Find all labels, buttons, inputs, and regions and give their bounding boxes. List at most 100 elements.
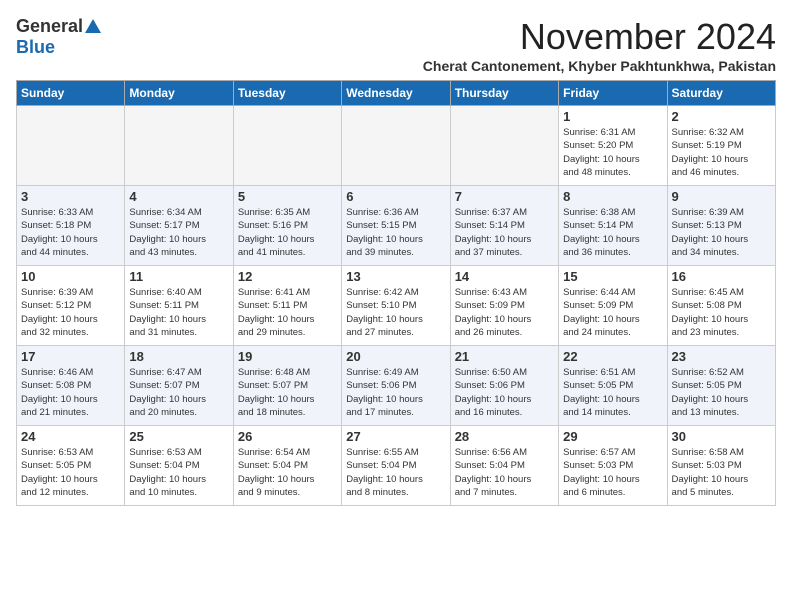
day-info: Sunrise: 6:53 AM Sunset: 5:04 PM Dayligh… xyxy=(129,446,228,499)
calendar-week-row: 1Sunrise: 6:31 AM Sunset: 5:20 PM Daylig… xyxy=(17,106,776,186)
weekday-header-monday: Monday xyxy=(125,81,233,106)
page-header: General Blue November 2024 Cherat Canton… xyxy=(16,16,776,74)
day-info: Sunrise: 6:42 AM Sunset: 5:10 PM Dayligh… xyxy=(346,286,445,339)
calendar-cell xyxy=(125,106,233,186)
weekday-header-tuesday: Tuesday xyxy=(233,81,341,106)
day-info: Sunrise: 6:58 AM Sunset: 5:03 PM Dayligh… xyxy=(672,446,771,499)
month-title: November 2024 xyxy=(423,16,776,58)
day-number: 7 xyxy=(455,189,554,204)
calendar-cell: 21 Sunrise: 6:50 AM Sunset: 5:06 PM Dayli… xyxy=(450,346,558,426)
calendar-cell: 8Sunrise: 6:38 AM Sunset: 5:14 PM Daylig… xyxy=(559,186,667,266)
day-number: 8 xyxy=(563,189,662,204)
calendar-week-row: 10 Sunrise: 6:39 AM Sunset: 5:12 PM Dayli… xyxy=(17,266,776,346)
calendar-cell: 17Sunrise: 6:46 AM Sunset: 5:08 PM Dayli… xyxy=(17,346,125,426)
day-info: Sunrise: 6:44 AM Sunset: 5:09 PM Dayligh… xyxy=(563,286,662,339)
day-info: Sunrise: 6:53 AM Sunset: 5:05 PM Dayligh… xyxy=(21,446,120,499)
day-number: 13 xyxy=(346,269,445,284)
day-number: 5 xyxy=(238,189,337,204)
calendar-cell: 18Sunrise: 6:47 AM Sunset: 5:07 PM Dayli… xyxy=(125,346,233,426)
day-number: 15 xyxy=(563,269,662,284)
calendar-table: SundayMondayTuesdayWednesdayThursdayFrid… xyxy=(16,80,776,506)
day-number: 21 xyxy=(455,349,554,364)
logo-general-text: General xyxy=(16,16,83,37)
day-info: Sunrise: 6:52 AM Sunset: 5:05 PM Dayligh… xyxy=(672,366,771,419)
calendar-week-row: 3 Sunrise: 6:33 AM Sunset: 5:18 PM Daylig… xyxy=(17,186,776,266)
day-number: 23 xyxy=(672,349,771,364)
day-info: Sunrise: 6:54 AM Sunset: 5:04 PM Dayligh… xyxy=(238,446,337,499)
calendar-cell: 14 Sunrise: 6:43 AM Sunset: 5:09 PM Dayli… xyxy=(450,266,558,346)
calendar-cell: 2 Sunrise: 6:32 AM Sunset: 5:19 PM Daylig… xyxy=(667,106,775,186)
day-number: 10 xyxy=(21,269,120,284)
calendar-cell: 28 Sunrise: 6:56 AM Sunset: 5:04 PM Dayli… xyxy=(450,426,558,506)
day-info: Sunrise: 6:57 AM Sunset: 5:03 PM Dayligh… xyxy=(563,446,662,499)
day-info: Sunrise: 6:35 AM Sunset: 5:16 PM Dayligh… xyxy=(238,206,337,259)
calendar-cell: 20 Sunrise: 6:49 AM Sunset: 5:06 PM Dayli… xyxy=(342,346,450,426)
calendar-cell: 16Sunrise: 6:45 AM Sunset: 5:08 PM Dayli… xyxy=(667,266,775,346)
calendar-cell xyxy=(17,106,125,186)
day-info: Sunrise: 6:32 AM Sunset: 5:19 PM Dayligh… xyxy=(672,126,771,179)
day-info: Sunrise: 6:39 AM Sunset: 5:13 PM Dayligh… xyxy=(672,206,771,259)
day-info: Sunrise: 6:37 AM Sunset: 5:14 PM Dayligh… xyxy=(455,206,554,259)
calendar-cell xyxy=(450,106,558,186)
logo-blue-text: Blue xyxy=(16,37,55,57)
day-info: Sunrise: 6:47 AM Sunset: 5:07 PM Dayligh… xyxy=(129,366,228,419)
day-number: 14 xyxy=(455,269,554,284)
calendar-cell: 15 Sunrise: 6:44 AM Sunset: 5:09 PM Dayli… xyxy=(559,266,667,346)
title-block: November 2024 Cherat Cantonement, Khyber… xyxy=(423,16,776,74)
calendar-cell: 11 Sunrise: 6:40 AM Sunset: 5:11 PM Dayli… xyxy=(125,266,233,346)
calendar-cell: 5 Sunrise: 6:35 AM Sunset: 5:16 PM Daylig… xyxy=(233,186,341,266)
weekday-header-friday: Friday xyxy=(559,81,667,106)
day-info: Sunrise: 6:50 AM Sunset: 5:06 PM Dayligh… xyxy=(455,366,554,419)
calendar-cell: 23 Sunrise: 6:52 AM Sunset: 5:05 PM Dayli… xyxy=(667,346,775,426)
calendar-cell: 7 Sunrise: 6:37 AM Sunset: 5:14 PM Daylig… xyxy=(450,186,558,266)
day-info: Sunrise: 6:55 AM Sunset: 5:04 PM Dayligh… xyxy=(346,446,445,499)
day-info: Sunrise: 6:41 AM Sunset: 5:11 PM Dayligh… xyxy=(238,286,337,339)
calendar-cell: 19 Sunrise: 6:48 AM Sunset: 5:07 PM Dayli… xyxy=(233,346,341,426)
day-number: 26 xyxy=(238,429,337,444)
day-number: 28 xyxy=(455,429,554,444)
day-info: Sunrise: 6:49 AM Sunset: 5:06 PM Dayligh… xyxy=(346,366,445,419)
calendar-cell: 12 Sunrise: 6:41 AM Sunset: 5:11 PM Dayli… xyxy=(233,266,341,346)
day-number: 12 xyxy=(238,269,337,284)
weekday-header-saturday: Saturday xyxy=(667,81,775,106)
day-number: 29 xyxy=(563,429,662,444)
weekday-header-wednesday: Wednesday xyxy=(342,81,450,106)
day-number: 27 xyxy=(346,429,445,444)
location-title: Cherat Cantonement, Khyber Pakhtunkhwa, … xyxy=(423,58,776,74)
day-number: 25 xyxy=(129,429,228,444)
calendar-cell: 1Sunrise: 6:31 AM Sunset: 5:20 PM Daylig… xyxy=(559,106,667,186)
day-info: Sunrise: 6:39 AM Sunset: 5:12 PM Dayligh… xyxy=(21,286,120,339)
weekday-header-thursday: Thursday xyxy=(450,81,558,106)
day-info: Sunrise: 6:40 AM Sunset: 5:11 PM Dayligh… xyxy=(129,286,228,339)
day-info: Sunrise: 6:56 AM Sunset: 5:04 PM Dayligh… xyxy=(455,446,554,499)
day-number: 4 xyxy=(129,189,228,204)
logo-icon xyxy=(83,17,103,37)
calendar-week-row: 24Sunrise: 6:53 AM Sunset: 5:05 PM Dayli… xyxy=(17,426,776,506)
day-info: Sunrise: 6:51 AM Sunset: 5:05 PM Dayligh… xyxy=(563,366,662,419)
day-number: 11 xyxy=(129,269,228,284)
day-number: 2 xyxy=(672,109,771,124)
calendar-header-row: SundayMondayTuesdayWednesdayThursdayFrid… xyxy=(17,81,776,106)
day-number: 22 xyxy=(563,349,662,364)
day-info: Sunrise: 6:36 AM Sunset: 5:15 PM Dayligh… xyxy=(346,206,445,259)
calendar-cell: 6Sunrise: 6:36 AM Sunset: 5:15 PM Daylig… xyxy=(342,186,450,266)
day-number: 3 xyxy=(21,189,120,204)
logo: General Blue xyxy=(16,16,103,58)
calendar-cell: 27 Sunrise: 6:55 AM Sunset: 5:04 PM Dayli… xyxy=(342,426,450,506)
day-number: 20 xyxy=(346,349,445,364)
day-number: 19 xyxy=(238,349,337,364)
weekday-header-sunday: Sunday xyxy=(17,81,125,106)
day-info: Sunrise: 6:31 AM Sunset: 5:20 PM Dayligh… xyxy=(563,126,662,179)
day-info: Sunrise: 6:48 AM Sunset: 5:07 PM Dayligh… xyxy=(238,366,337,419)
calendar-cell: 10 Sunrise: 6:39 AM Sunset: 5:12 PM Dayli… xyxy=(17,266,125,346)
day-info: Sunrise: 6:34 AM Sunset: 5:17 PM Dayligh… xyxy=(129,206,228,259)
day-info: Sunrise: 6:43 AM Sunset: 5:09 PM Dayligh… xyxy=(455,286,554,339)
calendar-cell: 4 Sunrise: 6:34 AM Sunset: 5:17 PM Daylig… xyxy=(125,186,233,266)
day-number: 9 xyxy=(672,189,771,204)
calendar-cell: 22 Sunrise: 6:51 AM Sunset: 5:05 PM Dayli… xyxy=(559,346,667,426)
calendar-cell: 3 Sunrise: 6:33 AM Sunset: 5:18 PM Daylig… xyxy=(17,186,125,266)
day-info: Sunrise: 6:33 AM Sunset: 5:18 PM Dayligh… xyxy=(21,206,120,259)
calendar-cell: 30Sunrise: 6:58 AM Sunset: 5:03 PM Dayli… xyxy=(667,426,775,506)
calendar-cell: 25 Sunrise: 6:53 AM Sunset: 5:04 PM Dayli… xyxy=(125,426,233,506)
calendar-cell xyxy=(233,106,341,186)
